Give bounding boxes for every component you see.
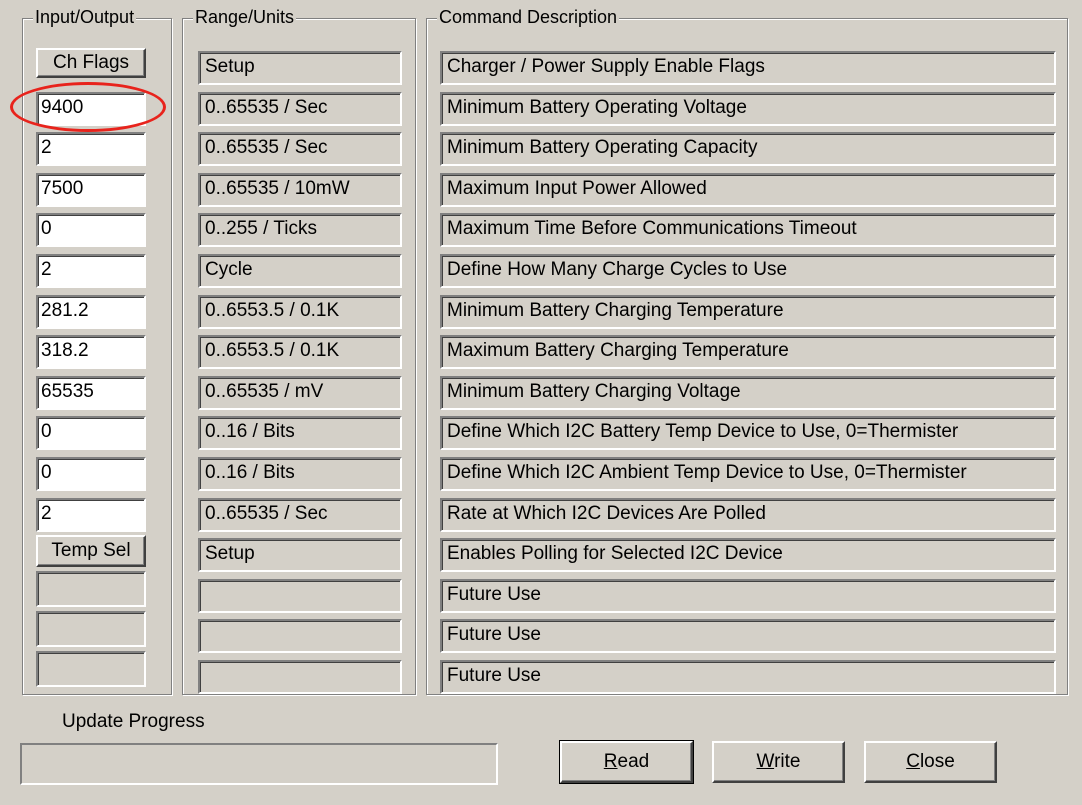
range-units-cell: 0..65535 / Sec bbox=[198, 92, 402, 126]
update-progress-label: Update Progress bbox=[62, 711, 205, 732]
io-empty-slot bbox=[36, 611, 146, 647]
range-units-cell: 0..16 / Bits bbox=[198, 457, 402, 491]
io-value-field[interactable]: 0 bbox=[36, 213, 146, 247]
write-button-mnemonic: W bbox=[756, 751, 775, 772]
io-value-field[interactable]: 318.2 bbox=[36, 335, 146, 369]
command-description-cell: Minimum Battery Charging Temperature bbox=[440, 295, 1056, 329]
command-description-cell: Define Which I2C Battery Temp Device to … bbox=[440, 416, 1056, 450]
command-description-cell: Minimum Battery Operating Voltage bbox=[440, 92, 1056, 126]
close-button-mnemonic: C bbox=[906, 751, 920, 772]
command-description-cell: Future Use bbox=[440, 660, 1056, 694]
io-value-field[interactable]: 2 bbox=[36, 132, 146, 166]
range-units-cell: 0..255 / Ticks bbox=[198, 213, 402, 247]
read-button-mnemonic: R bbox=[603, 751, 618, 772]
range-units-cell: Setup bbox=[198, 538, 402, 572]
command-description-cell: Maximum Input Power Allowed bbox=[440, 173, 1056, 207]
temp-sel-button[interactable]: Temp Sel bbox=[36, 535, 146, 567]
command-description-cell: Charger / Power Supply Enable Flags bbox=[440, 51, 1056, 85]
io-value-field[interactable]: 2 bbox=[36, 254, 146, 288]
range-units-cell: 0..6553.5 / 0.1K bbox=[198, 335, 402, 369]
range-units-cell bbox=[198, 619, 402, 653]
range-units-cell: Setup bbox=[198, 51, 402, 85]
range-units-cell: 0..16 / Bits bbox=[198, 416, 402, 450]
io-empty-slot bbox=[36, 651, 146, 687]
command-description-cell: Future Use bbox=[440, 619, 1056, 653]
range-units-cell: 0..6553.5 / 0.1K bbox=[198, 295, 402, 329]
command-description-cell: Define Which I2C Ambient Temp Device to … bbox=[440, 457, 1056, 491]
io-value-field[interactable]: 7500 bbox=[36, 173, 146, 207]
range-units-cell: Cycle bbox=[198, 254, 402, 288]
command-description-cell: Maximum Time Before Communications Timeo… bbox=[440, 213, 1056, 247]
io-value-field[interactable]: 281.2 bbox=[36, 295, 146, 329]
command-description-cell: Future Use bbox=[440, 579, 1056, 613]
range-units-cell: 0..65535 / mV bbox=[198, 376, 402, 410]
write-button[interactable]: Write bbox=[712, 741, 845, 783]
command-description-cell: Rate at Which I2C Devices Are Polled bbox=[440, 498, 1056, 532]
range-units-cell: 0..65535 / Sec bbox=[198, 132, 402, 166]
io-value-field[interactable]: 9400 bbox=[36, 92, 146, 126]
command-description-cell: Minimum Battery Operating Capacity bbox=[440, 132, 1056, 166]
input-output-group-title: Input/Output bbox=[33, 6, 137, 28]
range-units-cell bbox=[198, 660, 402, 694]
range-units-cell bbox=[198, 579, 402, 613]
close-button-rest: lose bbox=[919, 751, 955, 772]
io-value-field[interactable]: 65535 bbox=[36, 376, 146, 410]
io-value-field[interactable]: 0 bbox=[36, 457, 146, 491]
command-description-cell: Enables Polling for Selected I2C Device bbox=[440, 538, 1056, 572]
command-description-cell: Maximum Battery Charging Temperature bbox=[440, 335, 1056, 369]
range-units-group-title: Range/Units bbox=[193, 6, 297, 28]
close-button[interactable]: Close bbox=[864, 741, 997, 783]
read-button-rest: ead bbox=[617, 751, 650, 772]
update-progress-bar bbox=[20, 743, 498, 785]
range-units-cell: 0..65535 / 10mW bbox=[198, 173, 402, 207]
io-value-field[interactable]: 2 bbox=[36, 498, 146, 532]
range-units-cell: 0..65535 / Sec bbox=[198, 498, 402, 532]
command-description-cell: Minimum Battery Charging Voltage bbox=[440, 376, 1056, 410]
ch-flags-button[interactable]: Ch Flags bbox=[36, 48, 146, 78]
write-button-rest: rite bbox=[774, 751, 801, 772]
io-empty-slot bbox=[36, 571, 146, 607]
command-description-cell: Define How Many Charge Cycles to Use bbox=[440, 254, 1056, 288]
command-description-group-title: Command Description bbox=[437, 6, 620, 28]
read-button[interactable]: Read bbox=[559, 740, 694, 784]
io-value-field[interactable]: 0 bbox=[36, 416, 146, 450]
